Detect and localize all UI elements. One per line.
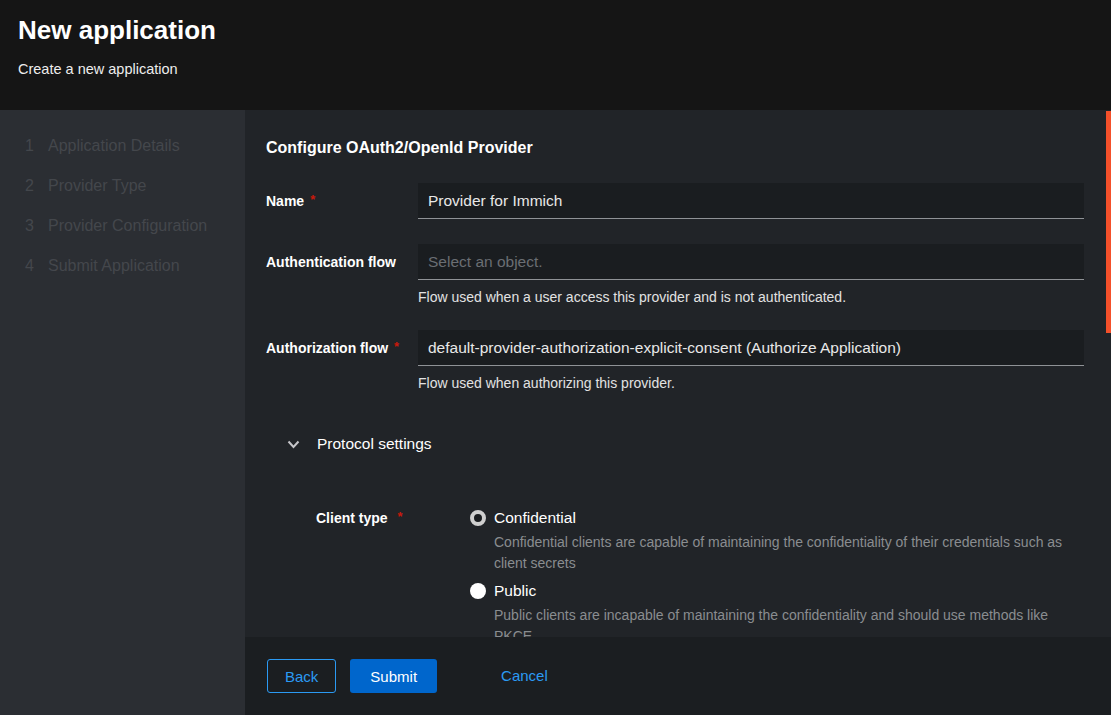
step-label: Provider Type: [48, 177, 146, 195]
authentication-flow-label: Authentication flow: [266, 244, 418, 280]
authorization-flow-label: Authorization flow *: [266, 330, 418, 366]
form-row-name: Name *: [266, 183, 1084, 219]
scrollbar-thumb[interactable]: [1106, 111, 1111, 333]
chevron-down-icon: [287, 440, 300, 449]
radio-unchecked-icon[interactable]: [470, 583, 486, 599]
wizard-step-provider-type[interactable]: 2 Provider Type: [0, 166, 245, 206]
required-asterisk: *: [394, 339, 399, 354]
form-heading: Configure OAuth2/OpenId Provider: [266, 139, 1084, 157]
step-label: Submit Application: [48, 257, 180, 275]
wizard-step-application-details[interactable]: 1 Application Details: [0, 126, 245, 166]
wizard-footer: Back Submit Cancel: [245, 637, 1111, 715]
name-input[interactable]: [418, 183, 1084, 219]
form-row-client-type: Client type * Confidential Confidential …: [266, 509, 1084, 637]
radio-checked-icon[interactable]: [470, 510, 486, 526]
form-row-authorization-flow: Authorization flow * Flow used when auth…: [266, 330, 1084, 391]
page-header: New application Create a new application: [0, 0, 1111, 110]
protocol-settings-label: Protocol settings: [317, 435, 432, 453]
radio-option-public[interactable]: Public: [470, 582, 1084, 600]
step-number: 1: [25, 137, 48, 155]
cancel-link[interactable]: Cancel: [501, 659, 548, 693]
client-type-label: Client type *: [316, 509, 470, 637]
public-description: Public clients are incapable of maintain…: [494, 605, 1084, 637]
wizard-main: Configure OAuth2/OpenId Provider Name * …: [245, 110, 1111, 715]
name-label: Name *: [266, 183, 418, 219]
required-asterisk: *: [397, 509, 402, 524]
step-number: 2: [25, 177, 48, 195]
page-subtitle: Create a new application: [18, 61, 1093, 77]
back-button[interactable]: Back: [267, 659, 336, 693]
wizard-content: Configure OAuth2/OpenId Provider Name * …: [245, 110, 1111, 637]
form-row-authentication-flow: Authentication flow Flow used when a use…: [266, 244, 1084, 305]
confidential-description: Confidential clients are capable of main…: [494, 532, 1084, 574]
authentication-flow-help: Flow used when a user access this provid…: [418, 289, 1084, 305]
protocol-settings-toggle[interactable]: Protocol settings: [266, 435, 1084, 453]
step-number: 4: [25, 257, 48, 275]
radio-option-confidential[interactable]: Confidential: [470, 509, 1084, 527]
step-number: 3: [25, 217, 48, 235]
authorization-flow-select[interactable]: [418, 330, 1084, 366]
authentication-flow-select[interactable]: [418, 244, 1084, 280]
page-title: New application: [18, 15, 1093, 46]
wizard-step-submit-application[interactable]: 4 Submit Application: [0, 246, 245, 286]
wizard-nav: 1 Application Details 2 Provider Type 3 …: [0, 110, 245, 715]
authorization-flow-help: Flow used when authorizing this provider…: [418, 375, 1084, 391]
step-label: Provider Configuration: [48, 217, 207, 235]
required-asterisk: *: [310, 192, 315, 207]
step-label: Application Details: [48, 137, 180, 155]
submit-button[interactable]: Submit: [350, 659, 437, 693]
wizard-step-provider-configuration[interactable]: 3 Provider Configuration: [0, 206, 245, 246]
